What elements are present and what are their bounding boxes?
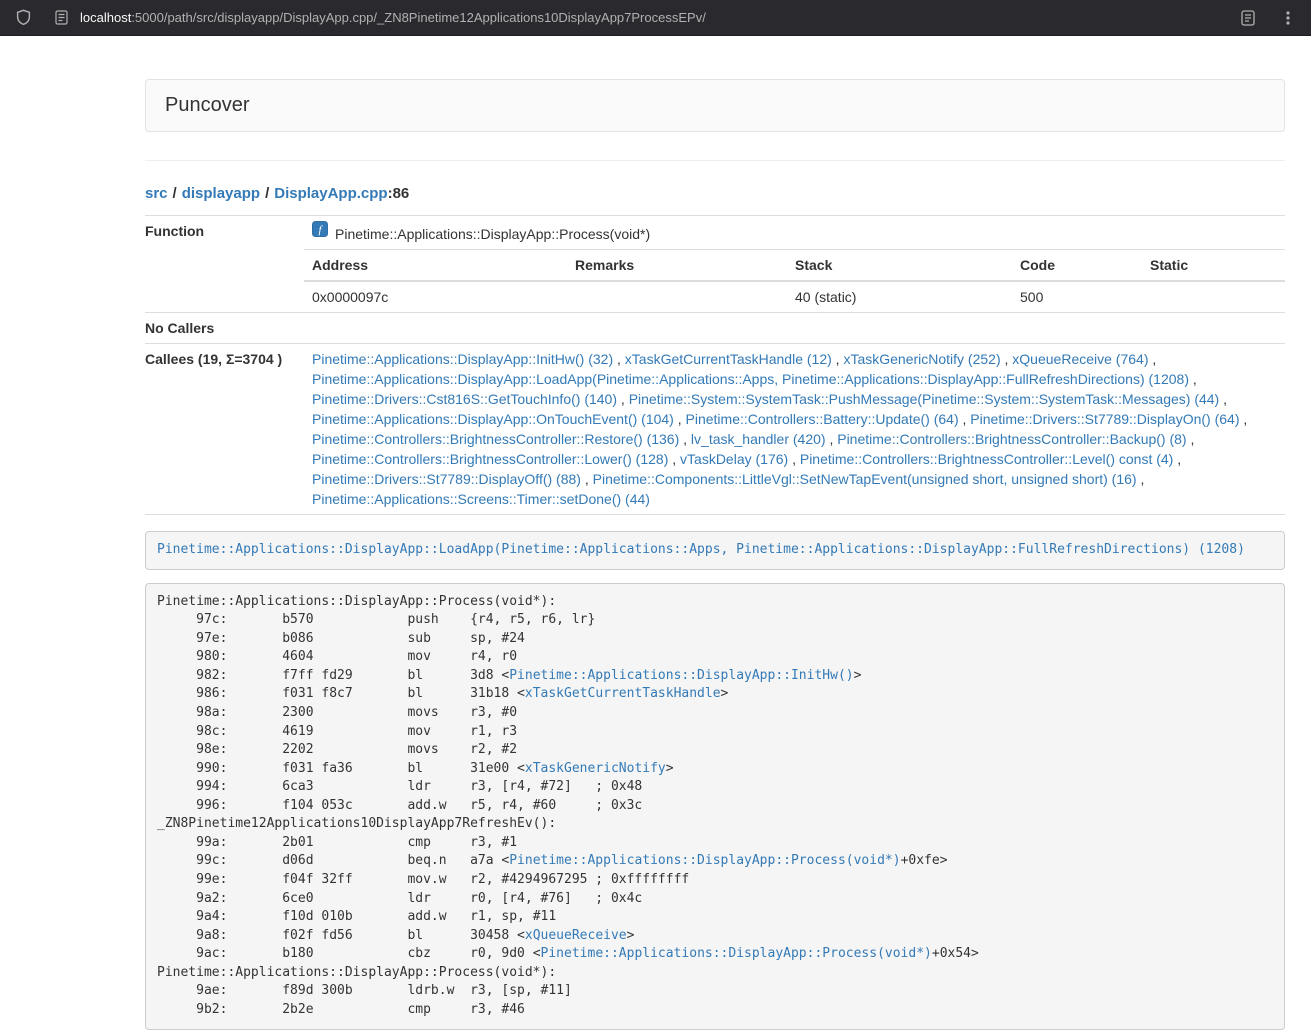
shield-icon[interactable] xyxy=(12,7,34,29)
stack-value: 40 (static) xyxy=(787,281,1012,312)
disassembly: Pinetime::Applications::DisplayApp::Proc… xyxy=(145,583,1285,1030)
highlighted-function-link[interactable]: Pinetime::Applications::DisplayApp::Load… xyxy=(157,542,1245,557)
callee-link[interactable]: Pinetime::Drivers::Cst816S::GetTouchInfo… xyxy=(312,391,617,407)
callee-link[interactable]: lv_task_handler (420) xyxy=(691,431,826,447)
callee-link[interactable]: Pinetime::Controllers::BrightnessControl… xyxy=(312,431,679,447)
callee-link[interactable]: Pinetime::Components::LittleVgl::SetNewT… xyxy=(593,471,1137,487)
table-row: Callees (19, Σ=3704 ) Pinetime::Applicat… xyxy=(145,344,1285,515)
code-symbol-link[interactable]: Pinetime::Applications::DisplayApp::Proc… xyxy=(509,853,900,868)
table-row: Address Remarks Stack Code Static 0x0000… xyxy=(145,250,1285,313)
function-label: Function xyxy=(145,216,304,313)
code-symbol-link[interactable]: xTaskGetCurrentTaskHandle xyxy=(525,686,721,701)
code-size-value: 500 xyxy=(1012,281,1142,312)
url-path: :5000/path/src/displayapp/DisplayApp.cpp… xyxy=(131,10,706,25)
callee-link[interactable]: Pinetime::Drivers::St7789::DisplayOn() (… xyxy=(970,411,1239,427)
breadcrumb: src / displayapp / DisplayApp.cpp:86 xyxy=(145,185,1285,202)
callee-link[interactable]: Pinetime::Controllers::Battery::Update()… xyxy=(686,411,959,427)
callee-link[interactable]: xTaskGetCurrentTaskHandle (12) xyxy=(625,351,832,367)
column-header-static: Static xyxy=(1142,250,1285,281)
callee-link[interactable]: Pinetime::Applications::DisplayApp::Load… xyxy=(312,371,1189,387)
breadcrumb-separator: / xyxy=(173,185,177,202)
column-header-code: Code xyxy=(1012,250,1142,281)
function-type-icon: f xyxy=(312,221,328,242)
callee-link[interactable]: Pinetime::Controllers::BrightnessControl… xyxy=(837,431,1186,447)
callees-label: Callees (19, Σ=3704 ) xyxy=(145,344,304,515)
breadcrumb-link-src[interactable]: src xyxy=(145,185,168,202)
browser-toolbar: localhost:5000/path/src/displayapp/Displ… xyxy=(0,0,1311,36)
callee-link[interactable]: Pinetime::System::SystemTask::PushMessag… xyxy=(629,391,1220,407)
callee-link[interactable]: Pinetime::Applications::Screens::Timer::… xyxy=(312,491,650,507)
no-callers-label: No Callers xyxy=(145,313,304,344)
url-host: localhost xyxy=(80,10,131,25)
url-bar[interactable]: localhost:5000/path/src/displayapp/Displ… xyxy=(50,7,706,29)
callee-link[interactable]: Pinetime::Controllers::BrightnessControl… xyxy=(312,451,668,467)
address-value: 0x0000097c xyxy=(304,281,567,312)
table-row: No Callers xyxy=(145,313,1285,344)
function-summary-table: Function f Pinetime::Applications::Displ… xyxy=(145,215,1285,515)
breadcrumb-separator: / xyxy=(265,185,269,202)
remarks-value xyxy=(567,281,787,312)
callee-link[interactable]: Pinetime::Applications::DisplayApp::Init… xyxy=(312,351,613,367)
code-symbol-link[interactable]: Pinetime::Applications::DisplayApp::Init… xyxy=(509,668,853,683)
callees-list: Pinetime::Applications::DisplayApp::Init… xyxy=(304,344,1285,515)
highlighted-symbol-box: Pinetime::Applications::DisplayApp::Load… xyxy=(145,531,1285,570)
page-container: Puncover src / displayapp / DisplayApp.cpp:8… xyxy=(145,79,1285,1030)
column-header-stack: Stack xyxy=(787,250,1012,281)
page-icon xyxy=(50,7,72,29)
column-header-remarks: Remarks xyxy=(567,250,787,281)
code-symbol-link[interactable]: xTaskGenericNotify xyxy=(525,761,666,776)
url-text: localhost:5000/path/src/displayapp/Displ… xyxy=(80,10,706,25)
callers-cell xyxy=(304,313,1285,344)
function-details-cell: Address Remarks Stack Code Static 0x0000… xyxy=(304,250,1285,313)
table-row: 0x0000097c 40 (static) 500 xyxy=(304,281,1285,312)
callee-link[interactable]: Pinetime::Controllers::BrightnessControl… xyxy=(800,451,1173,467)
toolbar-right-icons xyxy=(1237,7,1299,29)
callee-link[interactable]: xTaskGenericNotify (252) xyxy=(843,351,1000,367)
breadcrumb-link-file[interactable]: DisplayApp.cpp xyxy=(274,185,387,202)
function-details-table: Address Remarks Stack Code Static 0x0000… xyxy=(304,250,1285,312)
function-name: Pinetime::Applications::DisplayApp::Proc… xyxy=(335,226,650,242)
breadcrumb-line-number: :86 xyxy=(388,185,410,202)
callee-link[interactable]: Pinetime::Applications::DisplayApp::OnTo… xyxy=(312,411,674,427)
reader-view-icon[interactable] xyxy=(1237,7,1259,29)
static-value xyxy=(1142,281,1285,312)
table-header-row: Address Remarks Stack Code Static xyxy=(304,250,1285,281)
breadcrumb-link-displayapp[interactable]: displayapp xyxy=(182,185,260,202)
page-title: Puncover xyxy=(165,94,250,116)
callee-link[interactable]: vTaskDelay (176) xyxy=(680,451,788,467)
callee-link[interactable]: xQueueReceive (764) xyxy=(1012,351,1148,367)
function-name-cell: f Pinetime::Applications::DisplayApp::Pr… xyxy=(304,216,1285,250)
code-symbol-link[interactable]: xQueueReceive xyxy=(525,928,627,943)
page-title-box: Puncover xyxy=(145,79,1285,132)
callee-link[interactable]: Pinetime::Drivers::St7789::DisplayOff() … xyxy=(312,471,581,487)
code-symbol-link[interactable]: Pinetime::Applications::DisplayApp::Proc… xyxy=(541,946,932,961)
divider xyxy=(145,160,1285,161)
table-row: Function f Pinetime::Applications::Displ… xyxy=(145,216,1285,250)
kebab-menu-icon[interactable] xyxy=(1277,7,1299,29)
column-header-address: Address xyxy=(304,250,567,281)
